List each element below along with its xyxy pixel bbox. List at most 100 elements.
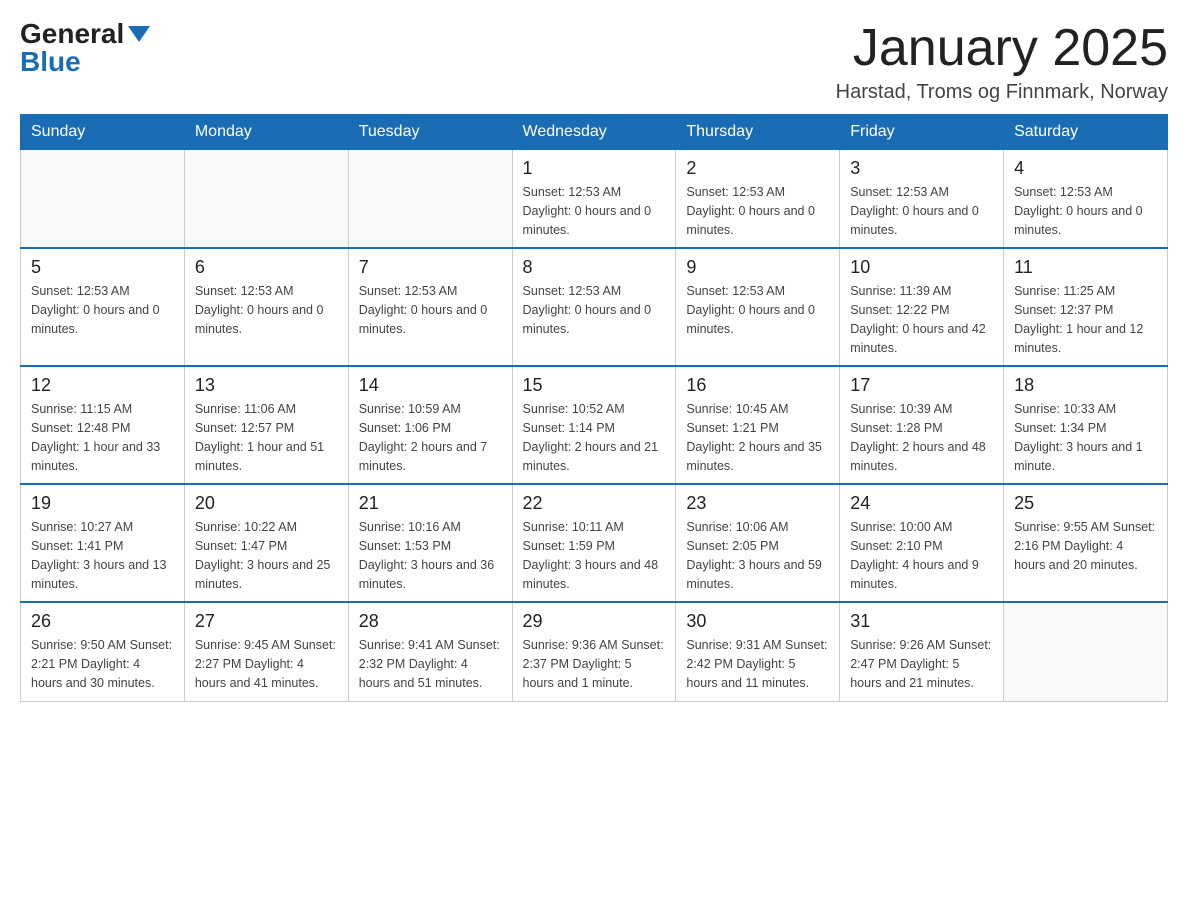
day-number: 17 — [850, 375, 993, 396]
day-info: Sunset: 12:53 AM Daylight: 0 hours and 0… — [523, 282, 666, 338]
day-info: Sunrise: 9:45 AM Sunset: 2:27 PM Dayligh… — [195, 636, 338, 692]
calendar-day-cell: 8 Sunset: 12:53 AM Daylight: 0 hours and … — [512, 248, 676, 366]
logo-blue: Blue — [20, 46, 81, 77]
calendar-day-cell: 3 Sunset: 12:53 AM Daylight: 0 hours and … — [840, 150, 1004, 249]
calendar-day-cell — [184, 150, 348, 249]
calendar-header-wednesday: Wednesday — [512, 115, 676, 150]
calendar-day-cell: 25Sunrise: 9:55 AM Sunset: 2:16 PM Dayli… — [1004, 484, 1168, 602]
calendar-header-tuesday: Tuesday — [348, 115, 512, 150]
calendar-day-cell: 21Sunrise: 10:16 AM Sunset: 1:53 PM Dayl… — [348, 484, 512, 602]
calendar-day-cell: 27 Sunrise: 9:45 AM Sunset: 2:27 PM Dayli… — [184, 602, 348, 701]
calendar-day-cell — [21, 150, 185, 249]
calendar-header-saturday: Saturday — [1004, 115, 1168, 150]
day-number: 23 — [686, 493, 829, 514]
calendar-week-row: 19Sunrise: 10:27 AM Sunset: 1:41 PM Dayl… — [21, 484, 1168, 602]
calendar-day-cell: 5 Sunset: 12:53 AM Daylight: 0 hours and … — [21, 248, 185, 366]
logo-general: General — [20, 20, 124, 48]
day-info: Sunrise: 11:15 AM Sunset: 12:48 PM Dayli… — [31, 400, 174, 475]
day-number: 10 — [850, 257, 993, 278]
day-info: Sunrise: 10:22 AM Sunset: 1:47 PM Daylig… — [195, 518, 338, 593]
day-number: 8 — [523, 257, 666, 278]
day-info: Sunset: 12:53 AM Daylight: 0 hours and 0… — [686, 282, 829, 338]
calendar-week-row: 1 Sunset: 12:53 AM Daylight: 0 hours and … — [21, 150, 1168, 249]
day-number: 11 — [1014, 257, 1157, 278]
calendar-day-cell: 15 Sunrise: 10:52 AM Sunset: 1:14 PM Dayl… — [512, 366, 676, 484]
day-number: 3 — [850, 158, 993, 179]
calendar-day-cell: 1Sunset: 12:53 AM Daylight: 0 hours and … — [512, 150, 676, 249]
day-number: 6 — [195, 257, 338, 278]
day-number: 18 — [1014, 375, 1157, 396]
calendar-day-cell: 4Sunset: 12:53 AM Daylight: 0 hours and … — [1004, 150, 1168, 249]
day-number: 12 — [31, 375, 174, 396]
logo-triangle-icon — [128, 26, 150, 42]
day-number: 26 — [31, 611, 174, 632]
calendar-week-row: 5 Sunset: 12:53 AM Daylight: 0 hours and … — [21, 248, 1168, 366]
calendar-day-cell: 12 Sunrise: 11:15 AM Sunset: 12:48 PM Day… — [21, 366, 185, 484]
day-info: Sunset: 12:53 AM Daylight: 0 hours and 0… — [1014, 183, 1157, 239]
day-number: 14 — [359, 375, 502, 396]
calendar-day-cell: 14 Sunrise: 10:59 AM Sunset: 1:06 PM Dayl… — [348, 366, 512, 484]
day-info: Sunset: 12:53 AM Daylight: 0 hours and 0… — [686, 183, 829, 239]
calendar-day-cell: 7Sunset: 12:53 AM Daylight: 0 hours and … — [348, 248, 512, 366]
calendar-header-friday: Friday — [840, 115, 1004, 150]
day-info: Sunrise: 10:00 AM Sunset: 2:10 PM Daylig… — [850, 518, 993, 593]
day-number: 1 — [523, 158, 666, 179]
calendar-day-cell: 29Sunrise: 9:36 AM Sunset: 2:37 PM Dayli… — [512, 602, 676, 701]
day-info: Sunrise: 9:50 AM Sunset: 2:21 PM Dayligh… — [31, 636, 174, 692]
day-number: 2 — [686, 158, 829, 179]
calendar-day-cell — [1004, 602, 1168, 701]
calendar-day-cell: 6Sunset: 12:53 AM Daylight: 0 hours and … — [184, 248, 348, 366]
day-info: Sunset: 12:53 AM Daylight: 0 hours and 0… — [850, 183, 993, 239]
day-info: Sunrise: 10:59 AM Sunset: 1:06 PM Daylig… — [359, 400, 502, 475]
logo: General Blue — [20, 20, 150, 76]
day-info: Sunrise: 10:16 AM Sunset: 1:53 PM Daylig… — [359, 518, 502, 593]
calendar-header-thursday: Thursday — [676, 115, 840, 150]
day-number: 27 — [195, 611, 338, 632]
calendar-day-cell: 23Sunrise: 10:06 AM Sunset: 2:05 PM Dayl… — [676, 484, 840, 602]
day-info: Sunrise: 10:52 AM Sunset: 1:14 PM Daylig… — [523, 400, 666, 475]
day-number: 20 — [195, 493, 338, 514]
calendar-day-cell: 28 Sunrise: 9:41 AM Sunset: 2:32 PM Dayli… — [348, 602, 512, 701]
day-info: Sunrise: 10:39 AM Sunset: 1:28 PM Daylig… — [850, 400, 993, 475]
calendar-day-cell: 19Sunrise: 10:27 AM Sunset: 1:41 PM Dayl… — [21, 484, 185, 602]
calendar-table: SundayMondayTuesdayWednesdayThursdayFrid… — [20, 114, 1168, 702]
day-number: 5 — [31, 257, 174, 278]
day-info: Sunrise: 11:06 AM Sunset: 12:57 PM Dayli… — [195, 400, 338, 475]
day-number: 16 — [686, 375, 829, 396]
day-info: Sunrise: 10:27 AM Sunset: 1:41 PM Daylig… — [31, 518, 174, 593]
day-info: Sunrise: 11:25 AM Sunset: 12:37 PM Dayli… — [1014, 282, 1157, 357]
calendar-day-cell: 9 Sunset: 12:53 AM Daylight: 0 hours and … — [676, 248, 840, 366]
calendar-day-cell: 11 Sunrise: 11:25 AM Sunset: 12:37 PM Day… — [1004, 248, 1168, 366]
day-info: Sunrise: 9:41 AM Sunset: 2:32 PM Dayligh… — [359, 636, 502, 692]
day-info: Sunrise: 10:45 AM Sunset: 1:21 PM Daylig… — [686, 400, 829, 475]
day-number: 22 — [523, 493, 666, 514]
calendar-week-row: 12 Sunrise: 11:15 AM Sunset: 12:48 PM Day… — [21, 366, 1168, 484]
title-block: January 2025 Harstad, Troms og Finnmark,… — [836, 20, 1168, 104]
day-number: 15 — [523, 375, 666, 396]
day-info: Sunset: 12:53 AM Daylight: 0 hours and 0… — [359, 282, 502, 338]
calendar-day-cell: 26 Sunrise: 9:50 AM Sunset: 2:21 PM Dayli… — [21, 602, 185, 701]
calendar-day-cell: 10Sunrise: 11:39 AM Sunset: 12:22 PM Day… — [840, 248, 1004, 366]
calendar-subtitle: Harstad, Troms og Finnmark, Norway — [836, 81, 1168, 104]
calendar-day-cell: 30 Sunrise: 9:31 AM Sunset: 2:42 PM Dayli… — [676, 602, 840, 701]
day-number: 13 — [195, 375, 338, 396]
page-header: General Blue January 2025 Harstad, Troms… — [20, 20, 1168, 104]
calendar-day-cell: 31 Sunrise: 9:26 AM Sunset: 2:47 PM Dayli… — [840, 602, 1004, 701]
day-number: 31 — [850, 611, 993, 632]
day-info: Sunrise: 9:26 AM Sunset: 2:47 PM Dayligh… — [850, 636, 993, 692]
calendar-day-cell: 13 Sunrise: 11:06 AM Sunset: 12:57 PM Day… — [184, 366, 348, 484]
calendar-header-monday: Monday — [184, 115, 348, 150]
calendar-day-cell: 18Sunrise: 10:33 AM Sunset: 1:34 PM Dayl… — [1004, 366, 1168, 484]
calendar-header-row: SundayMondayTuesdayWednesdayThursdayFrid… — [21, 115, 1168, 150]
day-number: 30 — [686, 611, 829, 632]
calendar-day-cell: 22 Sunrise: 10:11 AM Sunset: 1:59 PM Dayl… — [512, 484, 676, 602]
day-number: 25 — [1014, 493, 1157, 514]
day-number: 9 — [686, 257, 829, 278]
day-number: 28 — [359, 611, 502, 632]
day-info: Sunrise: 9:31 AM Sunset: 2:42 PM Dayligh… — [686, 636, 829, 692]
calendar-day-cell: 20 Sunrise: 10:22 AM Sunset: 1:47 PM Dayl… — [184, 484, 348, 602]
day-info: Sunrise: 10:11 AM Sunset: 1:59 PM Daylig… — [523, 518, 666, 593]
calendar-day-cell — [348, 150, 512, 249]
day-info: Sunrise: 9:36 AM Sunset: 2:37 PM Dayligh… — [523, 636, 666, 692]
day-info: Sunset: 12:53 AM Daylight: 0 hours and 0… — [31, 282, 174, 338]
